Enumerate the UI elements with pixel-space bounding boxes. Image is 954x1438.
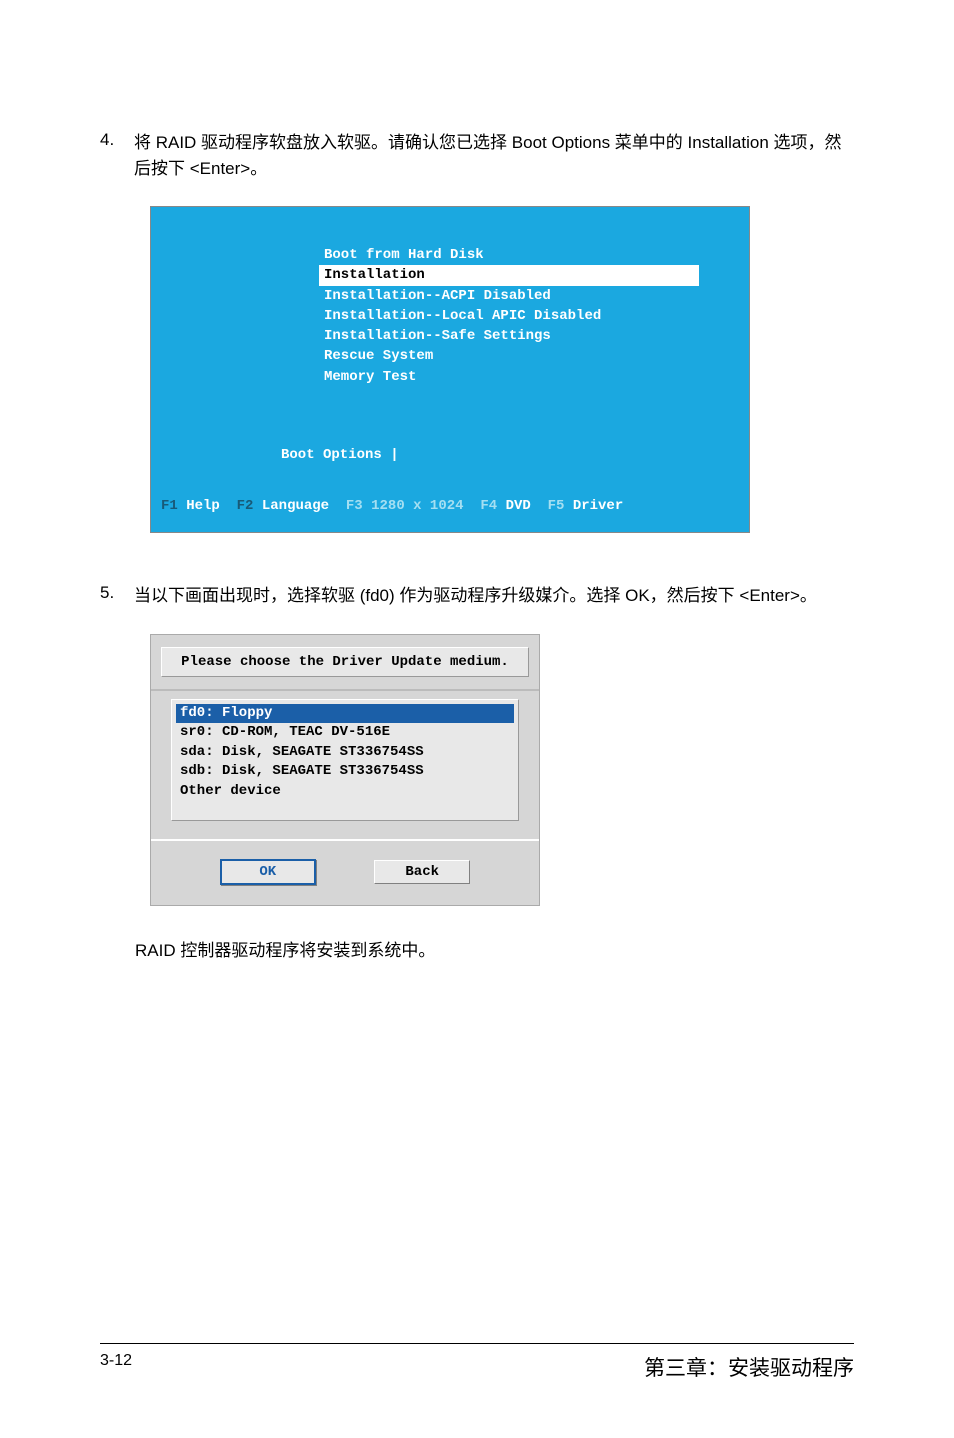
boot-item-selected: Installation [319,265,699,285]
page-number: 3-12 [100,1352,132,1370]
step-text: 将 RAID 驱动程序软盘放入软驱。请确认您已选择 Boot Options 菜… [134,130,854,181]
dialog-item-selected: fd0: Floppy [176,704,514,724]
chapter-title: 第三章：安装驱动程序 [644,1352,854,1382]
boot-item: Boot from Hard Disk [319,245,749,265]
fkey-f2: F2 [237,498,254,514]
driver-update-dialog: Please choose the Driver Update medium. … [150,634,540,906]
boot-options-screenshot: Boot from Hard Disk Installation Install… [150,206,750,533]
boot-item: Installation--Local APIC Disabled [319,306,749,326]
fkey-f4: F4 [480,498,497,514]
step-text: 当以下画面出现时，选择软驱 (fd0) 作为驱动程序升级媒介。选择 OK，然后按… [134,583,817,609]
fkey-f2-label: Language [262,498,329,514]
fkey-f1-label: Help [186,498,220,514]
boot-item: Installation--ACPI Disabled [319,286,749,306]
page-footer: 3-12 第三章：安装驱动程序 [100,1343,854,1382]
back-button: Back [374,860,470,884]
boot-item: Installation--Safe Settings [319,326,749,346]
dialog-title: Please choose the Driver Update medium. [161,647,529,677]
dialog-item: sda: Disk, SEAGATE ST336754SS [176,743,514,763]
fkey-f5-label: Driver [573,498,623,514]
ok-button: OK [220,859,316,885]
dialog-list: fd0: Floppy sr0: CD-ROM, TEAC DV-516E sd… [171,699,519,821]
boot-item: Memory Test [319,367,749,387]
fkey-f1: F1 [161,498,178,514]
boot-menu: Boot from Hard Disk Installation Install… [319,245,749,387]
dialog-item: sr0: CD-ROM, TEAC DV-516E [176,723,514,743]
step-5: 5. 当以下画面出现时，选择软驱 (fd0) 作为驱动程序升级媒介。选择 OK，… [100,583,854,609]
closing-paragraph: RAID 控制器驱动程序将安装到系统中。 [135,936,854,961]
dialog-item: Other device [176,782,514,802]
fkey-f3-label: 1280 x 1024 [371,498,463,514]
fkey-f5: F5 [548,498,565,514]
step-number: 4. [100,130,134,181]
boot-item: Rescue System [319,346,749,366]
fkey-f4-label: DVD [506,498,531,514]
boot-options-label: Boot Options | [281,447,749,463]
step-number: 5. [100,583,134,609]
fkey-bar: F1 Help F2 Language F3 1280 x 1024 F4 DV… [161,498,749,532]
fkey-f3: F3 [346,498,363,514]
step-4: 4. 将 RAID 驱动程序软盘放入软驱。请确认您已选择 Boot Option… [100,130,854,181]
dialog-item: sdb: Disk, SEAGATE ST336754SS [176,762,514,782]
